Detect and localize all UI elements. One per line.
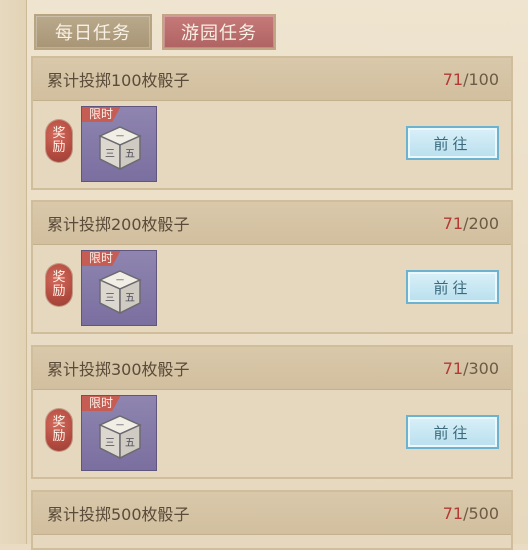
task-progress: 71/300 xyxy=(443,359,499,378)
reward-seal: 奖 励 xyxy=(46,264,72,306)
reward-label-top: 奖 xyxy=(52,415,66,430)
task-title: 累计投掷200枚骰子 xyxy=(47,215,190,234)
task-title: 累计投掷100枚骰子 xyxy=(47,71,190,90)
task-card: 累计投掷100枚骰子 71/100 奖 励 限时 一 三 五 前往 xyxy=(31,56,513,190)
task-card: 累计投掷300枚骰子 71/300 奖 励 限时 一 三 五 前往 xyxy=(31,345,513,479)
task-header: 累计投掷500枚骰子 71/500 xyxy=(33,492,511,535)
go-button[interactable]: 前往 xyxy=(406,415,499,449)
reward-item-slot[interactable]: 限时 一 三 五 xyxy=(81,106,157,182)
dice-icon: 一 三 五 xyxy=(98,270,142,315)
limited-time-tag: 限时 xyxy=(82,107,121,122)
tab-daily-tasks[interactable]: 每日任务 xyxy=(34,14,152,50)
task-header: 累计投掷200枚骰子 71/200 xyxy=(33,202,511,245)
task-body: 奖 励 限时 一 三 五 前往 xyxy=(33,245,511,333)
dice-face-top: 一 xyxy=(116,276,124,285)
go-button[interactable]: 前往 xyxy=(406,126,499,160)
task-card: 累计投掷200枚骰子 71/200 奖 励 限时 一 三 五 前往 xyxy=(31,200,513,334)
progress-target: /500 xyxy=(463,503,499,523)
reward-item-slot[interactable]: 限时 一 三 五 xyxy=(81,250,157,326)
task-header: 累计投掷300枚骰子 71/300 xyxy=(33,347,511,390)
reward-label-bottom: 励 xyxy=(52,284,66,299)
task-card: 累计投掷500枚骰子 71/500 xyxy=(31,490,513,550)
task-title: 累计投掷300枚骰子 xyxy=(47,360,190,379)
progress-current: 71 xyxy=(442,213,464,233)
dice-face-left: 三 xyxy=(105,149,115,160)
progress-current: 71 xyxy=(442,69,464,89)
progress-target: /300 xyxy=(463,358,499,378)
limited-time-tag: 限时 xyxy=(82,251,121,266)
reward-label-top: 奖 xyxy=(52,126,66,141)
go-button[interactable]: 前往 xyxy=(406,270,499,304)
reward-item-slot[interactable]: 限时 一 三 五 xyxy=(81,395,157,471)
task-header: 累计投掷100枚骰子 71/100 xyxy=(33,58,511,101)
task-panel: 每日任务 游园任务 累计投掷100枚骰子 71/100 奖 励 限时 一 三 五… xyxy=(0,0,528,550)
dice-face-right: 五 xyxy=(125,149,135,160)
task-body: 奖 励 限时 一 三 五 前往 xyxy=(33,101,511,189)
task-title: 累计投掷500枚骰子 xyxy=(47,505,190,524)
task-body: 奖 励 限时 一 三 五 前往 xyxy=(33,390,511,478)
left-rail xyxy=(0,0,27,544)
progress-target: /100 xyxy=(463,69,499,89)
dice-face-right: 五 xyxy=(125,293,135,304)
dice-face-left: 三 xyxy=(105,293,115,304)
task-progress: 71/500 xyxy=(443,504,499,523)
dice-face-top: 一 xyxy=(116,421,124,430)
progress-current: 71 xyxy=(442,503,464,523)
dice-face-right: 五 xyxy=(125,438,135,449)
reward-seal: 奖 励 xyxy=(46,409,72,451)
progress-current: 71 xyxy=(442,358,464,378)
tab-garden-tasks[interactable]: 游园任务 xyxy=(162,14,276,50)
dice-face-left: 三 xyxy=(105,438,115,449)
reward-label-bottom: 励 xyxy=(52,429,66,444)
progress-target: /200 xyxy=(463,213,499,233)
task-tabs: 每日任务 游园任务 xyxy=(34,14,276,50)
dice-icon: 一 三 五 xyxy=(98,126,142,171)
task-progress: 71/200 xyxy=(443,214,499,233)
reward-label-bottom: 励 xyxy=(52,140,66,155)
reward-seal: 奖 励 xyxy=(46,120,72,162)
dice-face-top: 一 xyxy=(116,132,124,141)
dice-icon: 一 三 五 xyxy=(98,415,142,460)
reward-label-top: 奖 xyxy=(52,270,66,285)
task-progress: 71/100 xyxy=(443,70,499,89)
limited-time-tag: 限时 xyxy=(82,396,121,411)
